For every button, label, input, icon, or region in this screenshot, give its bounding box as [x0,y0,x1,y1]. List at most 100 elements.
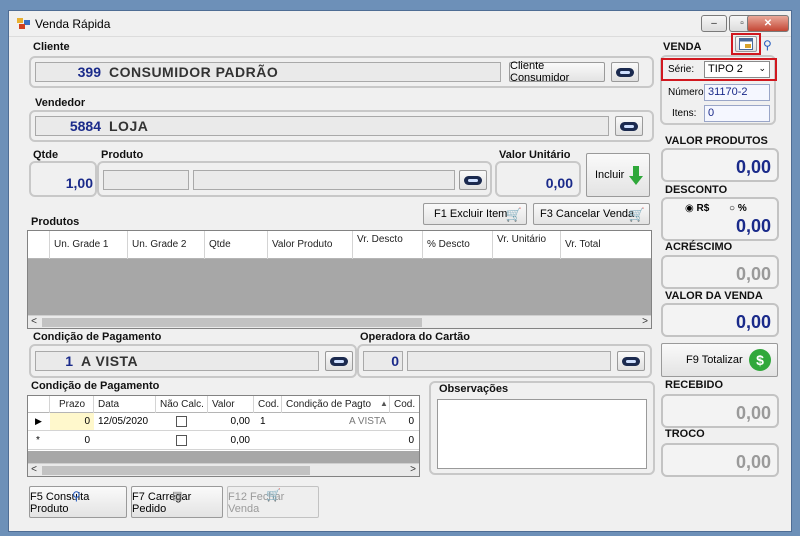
search-cliente-button[interactable] [611,62,639,82]
produto-group [97,161,492,197]
produtos-grid[interactable]: Un. Grade 1 Un. Grade 2 Qtde Valor Produ… [27,230,652,329]
col-valor[interactable]: Valor [208,396,254,413]
recebido-value[interactable]: 0,00 [736,403,771,424]
binoculars-icon [616,67,634,77]
col-vr-descto[interactable]: Vr. Descto [353,231,423,259]
operadora-name-field[interactable] [407,351,611,371]
cell-valor[interactable]: 0,00 [208,435,250,446]
scroll-right-icon[interactable]: > [639,316,651,327]
search-condicao-button[interactable] [325,351,353,371]
cancelar-venda-button[interactable]: F3 Cancelar Venda 🛒 [533,203,650,225]
search-icon[interactable]: ⚲ [763,38,772,52]
col-pct-descto[interactable]: % Descto [423,231,493,259]
cell-data[interactable]: 12/05/2020 [98,416,148,427]
nao-calc-checkbox[interactable] [176,435,187,446]
scroll-thumb[interactable] [42,466,310,475]
valor-unitario-value[interactable]: 0,00 [501,175,573,191]
carregar-pedido-button[interactable]: ▤ F7 Carregar Pedido [131,486,223,518]
search-produto-button[interactable] [459,170,487,190]
produto-name-field[interactable] [193,170,455,190]
cell-prazo[interactable]: 0 [50,416,90,427]
cell-cod-2[interactable]: 0 [390,435,414,446]
desconto-value[interactable]: 0,00 [736,216,771,237]
cell-cod-2[interactable]: 0 [390,416,414,427]
search-operadora-button[interactable] [617,351,645,371]
parcelas-label: Condição de Pagamento [31,380,160,392]
venda-label: VENDA [663,41,702,53]
vendedor-code: 5884 [69,118,101,134]
close-button[interactable]: ✕ [747,15,789,32]
totalizar-button[interactable]: F9 Totalizar $ [661,343,778,377]
col-valor-produto[interactable]: Valor Produto [268,231,353,259]
cell-prazo[interactable]: 0 [50,435,90,446]
itens-field[interactable]: 0 [704,105,770,122]
serie-select[interactable]: TIPO 2 ⌄ [704,61,770,78]
arrow-down-icon [629,166,643,185]
window-title: Venda Rápida [35,17,111,31]
minimize-button[interactable]: – [701,15,727,32]
parcelas-grid[interactable]: Prazo Data Não Calc. Valor Cod. Condição… [27,395,420,477]
col-un-grade-1[interactable]: Un. Grade 1 [50,231,128,259]
nao-calc-checkbox[interactable] [176,416,187,427]
qtde-value[interactable]: 1,00 [35,175,93,191]
sort-up-icon: ▲ [380,399,388,408]
cliente-consumidor-button[interactable]: Cliente Consumidor [509,60,605,84]
consulta-produto-button[interactable]: ⚲ F5 Consulta Produto [29,486,127,518]
acrescimo-box: 0,00 [661,255,779,289]
condicao-field[interactable] [35,351,319,371]
fechar-venda-button[interactable]: 🛒 F12 Fechar Venda [227,486,319,518]
cell-valor[interactable]: 0,00 [208,416,250,427]
acrescimo-value[interactable]: 0,00 [736,264,771,285]
scroll-left-icon[interactable]: < [28,464,40,475]
cart-remove-icon: 🛒 [505,207,522,222]
col-qtde[interactable]: Qtde [205,231,268,259]
col-data[interactable]: Data [94,396,156,413]
scroll-right-icon[interactable]: > [407,464,419,475]
dollar-icon: $ [749,349,771,371]
valor-venda-value: 0,00 [735,312,771,332]
cliente-label: Cliente [33,41,70,53]
scroll-thumb[interactable] [42,318,422,327]
binoculars-icon [622,356,640,366]
troco-label: TROCO [665,428,705,440]
table-row[interactable]: ▶ 0 12/05/2020 0,00 1 A VISTA 0 [28,413,419,431]
desconto-pct-radio[interactable]: ○ % [729,203,747,214]
observacoes-group: Observações [429,381,655,475]
parcelas-scrollbar[interactable]: < > [28,463,419,476]
cell-cod[interactable]: 1 [260,416,266,427]
produto-code-field[interactable] [103,170,189,190]
itens-label: Itens: [672,108,697,119]
desconto-rs-label: R$ [696,203,710,214]
valor-produtos-box: 0,00 [661,148,779,182]
valor-venda-label: VALOR DA VENDA [665,290,763,302]
observacoes-textarea[interactable] [437,399,647,469]
valor-produtos-value: 0,00 [735,157,771,177]
scroll-left-icon[interactable]: < [28,316,40,327]
excluir-item-button[interactable]: F1 Excluir Item 🛒 [423,203,527,225]
col-nao-calc[interactable]: Não Calc. [156,396,208,413]
binoculars-icon [330,356,348,366]
operadora-label: Operadora do Cartão [360,331,471,343]
col-cod[interactable]: Cod. [254,396,282,413]
qtde-group: 1,00 [29,161,97,197]
new-row-icon: * [36,435,40,446]
col-vr-unitario[interactable]: Vr. Unitário [493,231,561,259]
table-row[interactable]: * 0 0,00 0 [28,432,419,450]
cell-condicao[interactable]: A VISTA [282,416,386,427]
valor-produtos-label: VALOR PRODUTOS [665,135,768,147]
col-un-grade-2[interactable]: Un. Grade 2 [128,231,205,259]
serie-config-button[interactable] [735,36,757,52]
incluir-button[interactable]: Incluir [586,153,650,197]
app-icon [17,18,30,29]
produtos-scrollbar[interactable]: < > [28,315,651,328]
col-cod-2[interactable]: Cod. [390,396,419,413]
condicao-name: A VISTA [81,353,139,369]
col-condicao-pagto[interactable]: Condição de Pagto [282,396,390,413]
numero-field[interactable]: 31170-2 [704,84,770,101]
col-prazo[interactable]: Prazo [50,396,94,413]
cliente-name: CONSUMIDOR PADRÃO [109,64,279,80]
vendedor-label: Vendedor [35,97,86,109]
search-vendedor-button[interactable] [615,116,643,136]
desconto-rs-radio[interactable]: ◉ R$ [685,203,709,214]
col-vr-total[interactable]: Vr. Total [561,231,651,259]
